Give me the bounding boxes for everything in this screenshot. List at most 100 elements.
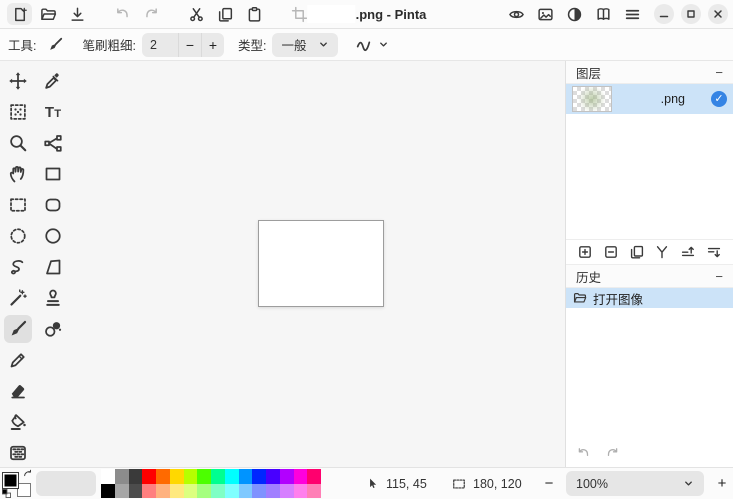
history-redo-icon[interactable] — [605, 446, 620, 461]
ellipse-tool[interactable] — [39, 222, 67, 250]
magic-wand-tool[interactable] — [4, 284, 32, 312]
layers-collapse-button[interactable]: − — [715, 65, 723, 80]
palette-swatch[interactable] — [170, 469, 184, 484]
lasso-select-tool[interactable] — [4, 253, 32, 281]
undo-button[interactable] — [110, 3, 135, 25]
merge-layer-down-button[interactable] — [652, 242, 672, 262]
zoom-in-button[interactable]: + — [711, 468, 733, 499]
palette-swatch[interactable] — [211, 484, 225, 499]
palette-swatch[interactable] — [184, 484, 198, 499]
ellipse-select-tool[interactable] — [4, 222, 32, 250]
palette-swatch[interactable] — [142, 469, 156, 484]
palette-swatch[interactable] — [294, 469, 308, 484]
palette-swatch[interactable] — [129, 484, 143, 499]
freeform-shape-tool[interactable] — [39, 253, 67, 281]
palette-swatch[interactable] — [197, 469, 211, 484]
palette-swatch[interactable] — [307, 484, 321, 499]
palette-swatch[interactable] — [156, 484, 170, 499]
palette-swatch[interactable] — [142, 484, 156, 499]
rounded-rectangle-tool[interactable] — [39, 191, 67, 219]
adjustments-menu-button[interactable] — [562, 3, 587, 25]
add-layer-button[interactable] — [575, 242, 595, 262]
palette-swatch[interactable] — [294, 484, 308, 499]
history-collapse-button[interactable]: − — [715, 269, 723, 284]
palette-swatch[interactable] — [184, 469, 198, 484]
palette-swatch[interactable] — [266, 484, 280, 499]
palette-swatch[interactable] — [170, 484, 184, 499]
secondary-color-swatch[interactable] — [17, 483, 31, 497]
palette-swatch[interactable] — [101, 484, 115, 499]
duplicate-layer-button[interactable] — [627, 242, 647, 262]
move-selection-tool[interactable] — [4, 67, 32, 95]
eraser-tool[interactable] — [4, 377, 32, 405]
clone-stamp-tool[interactable] — [39, 284, 67, 312]
open-image-button[interactable] — [36, 3, 61, 25]
palette-swatch[interactable] — [266, 469, 280, 484]
recolor-tool[interactable] — [39, 315, 67, 343]
zoom-out-button[interactable]: − — [538, 468, 560, 499]
palette-swatch[interactable] — [225, 469, 239, 484]
paint-bucket-tool[interactable] — [4, 408, 32, 436]
palette-swatch[interactable] — [101, 469, 115, 484]
brush-width-decrease-button[interactable]: − — [178, 33, 201, 57]
stroke-style-button[interactable] — [350, 33, 376, 57]
palette-swatch[interactable] — [307, 469, 321, 484]
zoom-level-dropdown[interactable]: 100% — [566, 471, 704, 496]
palette-swatch[interactable] — [115, 484, 129, 499]
view-menu-button[interactable] — [504, 3, 529, 25]
layer-visibility-checkbox[interactable]: ✓ — [711, 91, 727, 107]
save-button[interactable] — [65, 3, 90, 25]
gradient-tool[interactable] — [4, 439, 32, 467]
palette-swatch[interactable] — [280, 484, 294, 499]
pan-tool[interactable] — [4, 160, 32, 188]
palette-swatch[interactable] — [252, 469, 266, 484]
palette-swatch[interactable] — [252, 484, 266, 499]
rectangle-select-tool[interactable] — [4, 191, 32, 219]
canvas[interactable] — [258, 220, 384, 307]
close-button[interactable] — [708, 4, 728, 24]
palette-swatch[interactable] — [115, 469, 129, 484]
brush-type-dropdown[interactable]: 一般 — [272, 33, 338, 57]
paste-button[interactable] — [242, 3, 267, 25]
rectangle-tool[interactable] — [39, 160, 67, 188]
minimize-button[interactable] — [654, 4, 674, 24]
magic-wand-select-tool[interactable] — [4, 98, 32, 126]
primary-color-swatch[interactable] — [2, 472, 19, 489]
current-tool-button[interactable] — [42, 33, 68, 57]
palette-swatch[interactable] — [280, 469, 294, 484]
raise-layer-button[interactable] — [678, 242, 698, 262]
palette-swatch[interactable] — [156, 469, 170, 484]
image-menu-button[interactable] — [533, 3, 558, 25]
palette-swatch[interactable] — [129, 469, 143, 484]
maximize-button[interactable] — [681, 4, 701, 24]
layer-row[interactable]: .png ✓ — [566, 84, 733, 114]
palette-swatch[interactable] — [239, 484, 253, 499]
pencil-tool[interactable] — [4, 346, 32, 374]
history-item-open-image[interactable]: 打开图像 — [566, 288, 733, 308]
brush-width-value[interactable]: 2 — [142, 38, 178, 52]
delete-layer-button[interactable] — [601, 242, 621, 262]
reset-colors-icon[interactable] — [2, 489, 11, 498]
palette-swatch[interactable] — [197, 484, 211, 499]
text-tool[interactable]: TT — [39, 98, 67, 126]
history-undo-icon[interactable] — [576, 446, 591, 461]
palette-swatch[interactable] — [225, 484, 239, 499]
swap-colors-icon[interactable] — [23, 469, 33, 479]
line-curve-tool[interactable] — [39, 129, 67, 157]
new-image-button[interactable] — [7, 3, 32, 25]
main-menu-button[interactable] — [620, 3, 645, 25]
paintbrush-tool[interactable] — [4, 315, 32, 343]
effects-menu-button[interactable] — [591, 3, 616, 25]
zoom-tool[interactable] — [4, 129, 32, 157]
lower-layer-button[interactable] — [704, 242, 724, 262]
color-picker-tool[interactable] — [39, 67, 67, 95]
brush-width-increase-button[interactable]: + — [201, 33, 224, 57]
cut-button[interactable] — [184, 3, 209, 25]
color-swatch-widget[interactable] — [2, 470, 33, 497]
redo-button[interactable] — [139, 3, 164, 25]
palette-swatch[interactable] — [239, 469, 253, 484]
recent-colors-area[interactable] — [36, 471, 96, 496]
palette-swatch[interactable] — [211, 469, 225, 484]
stroke-style-chevron-icon[interactable] — [378, 39, 389, 50]
copy-button[interactable] — [213, 3, 238, 25]
